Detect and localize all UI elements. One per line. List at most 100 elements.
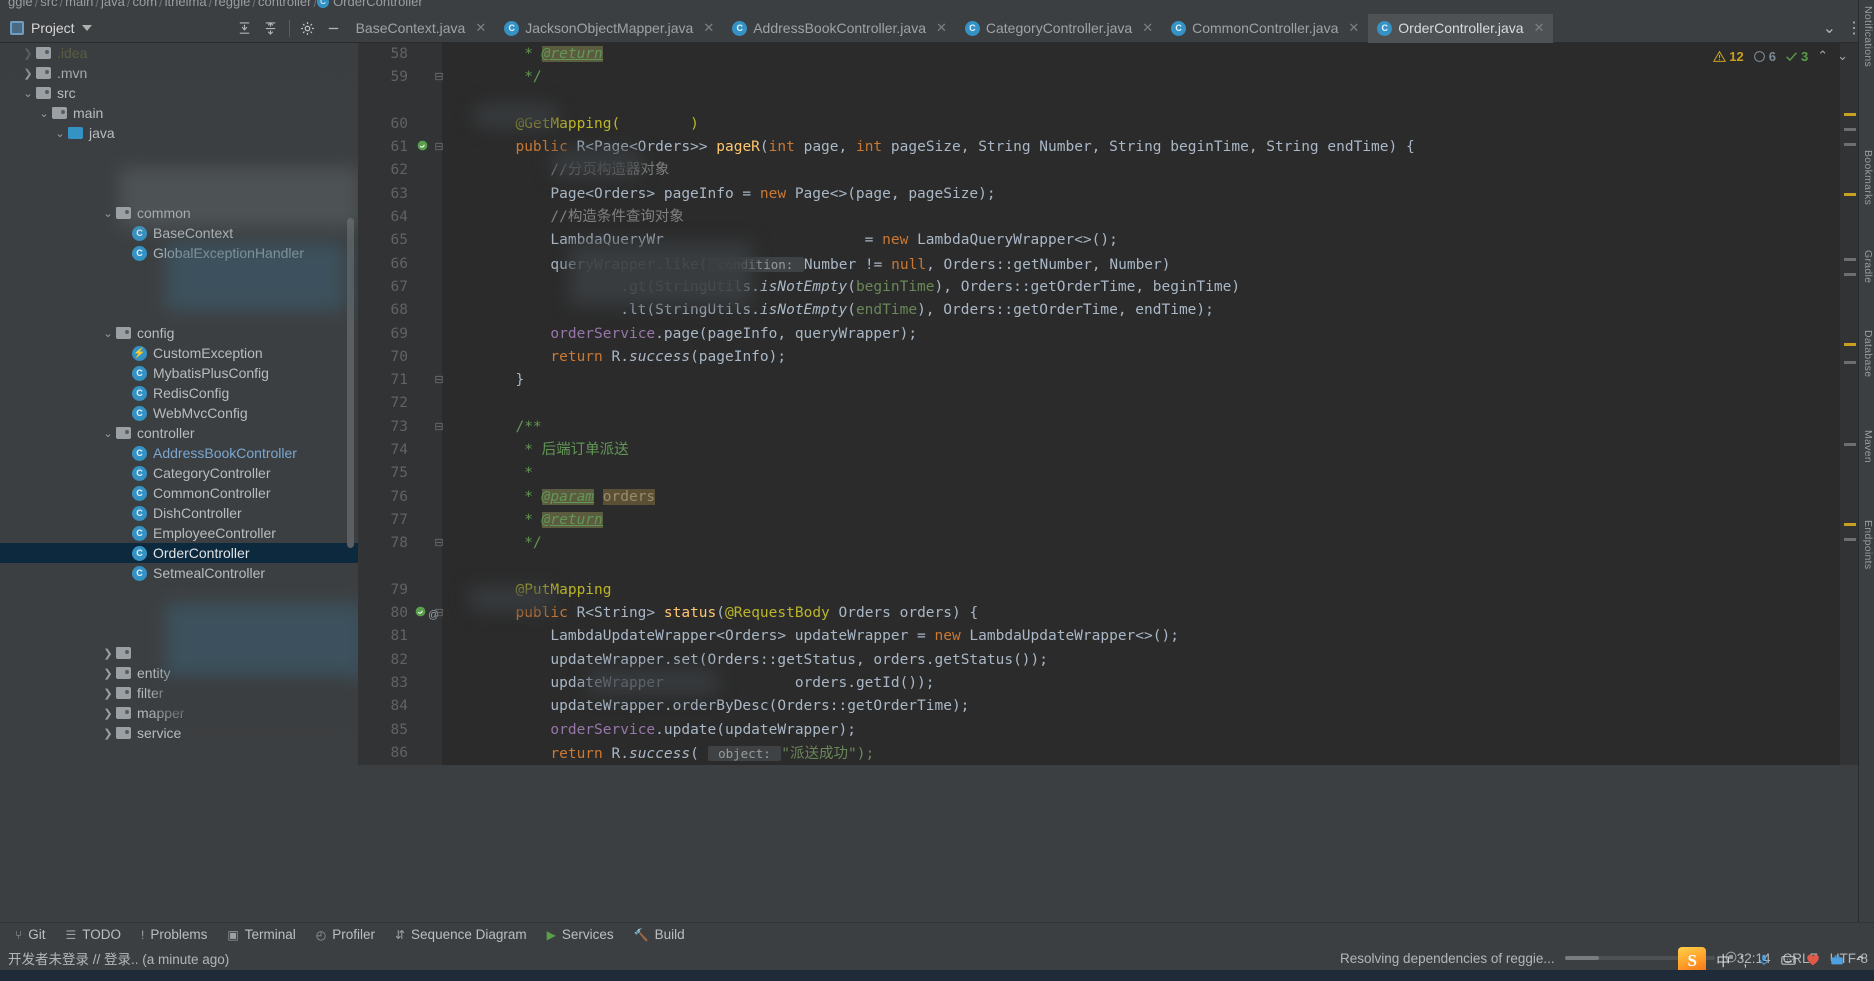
right-tool-window-bookmarks[interactable]: Bookmarks [1860,150,1874,205]
editor-marker[interactable] [1844,361,1856,364]
breadcrumb-item[interactable]: ggie [8,0,33,8]
code-line[interactable]: } [442,369,1858,392]
tree-item[interactable] [0,303,358,323]
tree-item-entity[interactable]: ❯ entity [0,663,358,683]
chevron-right-icon[interactable]: ❯ [100,687,116,700]
breadcrumb[interactable]: ggie / src / main / java / com / itheima… [0,0,1874,14]
tree-item[interactable]: ❯ [0,643,358,663]
code-line[interactable]: Page<Orders> pageInfo = new Page<>(page,… [442,183,1858,206]
chevron-up-icon[interactable]: ⌃ [1854,953,1866,970]
chevron-down-icon[interactable]: ⌄ [1823,18,1836,38]
chevron-right-icon[interactable]: ❯ [100,647,116,660]
code-editor[interactable]: 58 59 ⊟ 60 61 ⊟ 62 63 64 65 66 67 68 69 70 71 ⊟ 72 73 ⊟ 74 75… [358,43,1858,765]
editor-marker[interactable] [1844,538,1856,541]
bottom-tool-todo[interactable]: ☰ TODO [56,923,130,947]
tree-item-setmealcontroller[interactable]: C SetmealController [0,563,358,583]
tree-item-service[interactable]: ❯ service [0,723,358,743]
breadcrumb-item[interactable]: com [132,0,157,8]
chevron-down-icon[interactable]: ⌄ [100,327,116,340]
expand-all-icon[interactable] [232,14,258,43]
right-tool-window-endpoints[interactable]: Endpoints [1860,520,1874,569]
chevron-down-icon[interactable]: ⌄ [20,87,36,100]
code-line[interactable]: @PutMapping [442,579,1858,602]
chevron-down-icon[interactable]: ⌄ [1837,48,1848,64]
chevron-down-icon[interactable]: ⌄ [52,127,68,140]
code-line[interactable]: public R<Page<Orders>> pageR(int page, i… [442,136,1858,159]
bottom-tool-build[interactable]: 🔨 Build [625,923,694,947]
tree-item-src[interactable]: ⌄ src [0,83,358,103]
close-icon[interactable]: ✕ [1348,20,1359,36]
chevron-down-icon[interactable]: ⌄ [100,207,116,220]
code-line[interactable]: updateWrapper.orderByDesc(Orders::getOrd… [442,695,1858,718]
editor-tab[interactable]: C OrderController.java ✕ [1368,13,1554,43]
collapse-all-icon[interactable] [258,14,284,43]
code-line[interactable]: */ [442,66,1858,89]
tree-item-globalexceptionhandler[interactable]: C GlobalExceptionHandler [0,243,358,263]
gear-icon[interactable] [295,14,321,43]
tree-item-mybatisplusconfig[interactable]: C MybatisPlusConfig [0,363,358,383]
code-content[interactable]: * @return */ @GetMapping( ) public R<Pag… [442,43,1858,765]
code-line[interactable]: return R.success( object: "派送成功"); [442,742,1858,765]
breadcrumb-item[interactable]: OrderController [333,0,423,8]
editor-tab[interactable]: C CommonController.java ✕ [1162,14,1368,43]
warning-count[interactable]: 12 [1713,49,1744,64]
tree-item[interactable] [0,263,358,283]
tree-item[interactable] [0,283,358,303]
code-line[interactable]: orderService.update(updateWrapper); [442,719,1858,742]
code-line[interactable]: * [442,462,1858,485]
right-tool-window-maven[interactable]: Maven [1860,430,1874,463]
bottom-tool-terminal[interactable]: ▣ Terminal [218,923,304,947]
mic-icon[interactable] [1757,953,1771,970]
code-line[interactable]: * @return [442,509,1858,532]
chevron-down-icon[interactable]: ⌄ [100,427,116,440]
code-line[interactable]: //构造条件查询对象 [442,206,1858,229]
tree-item-basecontext[interactable]: C BaseContext [0,223,358,243]
right-tool-window-database[interactable]: Database [1860,330,1874,377]
code-line[interactable]: * @return [442,43,1858,66]
ime-language-label[interactable]: 中 [1716,951,1730,971]
editor-marker[interactable] [1844,143,1856,146]
tree-item[interactable] [0,623,358,643]
bottom-tool-profiler[interactable]: ◴ Profiler [307,923,384,947]
editor-tab[interactable]: C JacksonObjectMapper.java ✕ [495,14,723,43]
inspection-widget[interactable]: 12 6 3 ⌃ ⌄ [1713,43,1858,69]
bottom-tool-git[interactable]: ⑂ Git [6,923,54,947]
tree-scrollbar[interactable] [347,218,354,548]
breadcrumb-item[interactable]: src [40,0,57,8]
chevron-up-icon[interactable]: ⌃ [1817,48,1828,64]
tree-item-employeecontroller[interactable]: C EmployeeController [0,523,358,543]
right-tool-window-gradle[interactable]: Gradle [1860,250,1874,283]
toolbox-icon[interactable] [1830,953,1844,970]
editor-marker[interactable] [1844,523,1856,526]
code-line[interactable]: LambdaUpdateWrapper<Orders> updateWrappe… [442,625,1858,648]
keyboard-icon[interactable] [1781,953,1796,970]
close-icon[interactable]: ✕ [1142,20,1153,36]
code-line[interactable]: public R<String> status(@RequestBody Ord… [442,602,1858,625]
tree-item-filter[interactable]: ❯ filter [0,683,358,703]
close-icon[interactable]: ✕ [475,20,486,36]
editor-marker-rail[interactable] [1840,43,1858,765]
heart-icon[interactable] [1806,953,1820,970]
code-line[interactable]: updateWrapper.set(Orders::getStatus, ord… [442,649,1858,672]
breadcrumb-item[interactable]: itheima [165,0,207,8]
code-line[interactable]: /** [442,416,1858,439]
editor-marker[interactable] [1844,443,1856,446]
tree-item-ordercontroller[interactable]: C OrderController [0,543,358,563]
tree-item-webmvcconfig[interactable]: C WebMvcConfig [0,403,358,423]
close-icon[interactable]: ✕ [936,20,947,36]
bottom-tool-problems[interactable]: ! Problems [132,923,216,947]
code-line[interactable]: .gt(StringUtils.isNotEmpty(beginTime), O… [442,276,1858,299]
breadcrumb-item[interactable]: reggie [214,0,250,8]
breadcrumb-item[interactable]: java [101,0,125,8]
tree-item--idea[interactable]: ❯ .idea [0,43,358,63]
chevron-right-icon[interactable]: ❯ [20,67,36,80]
editor-gutter[interactable]: 58 59 ⊟ 60 61 ⊟ 62 63 64 65 66 67 68 69 70 71 ⊟ 72 73 ⊟ 74 75… [358,43,444,765]
close-icon[interactable]: ✕ [703,20,714,36]
tree-item--mvn[interactable]: ❯ .mvn [0,63,358,83]
tree-item-customexception[interactable]: ⚡ CustomException [0,343,358,363]
close-icon[interactable]: ✕ [1534,20,1545,36]
spring-bean-gutter-icon[interactable] [414,136,430,159]
code-line[interactable]: * @param orders [442,486,1858,509]
editor-tab[interactable]: C CategoryController.java ✕ [956,14,1162,43]
code-line[interactable]: .lt(StringUtils.isNotEmpty(endTime), Ord… [442,299,1858,322]
